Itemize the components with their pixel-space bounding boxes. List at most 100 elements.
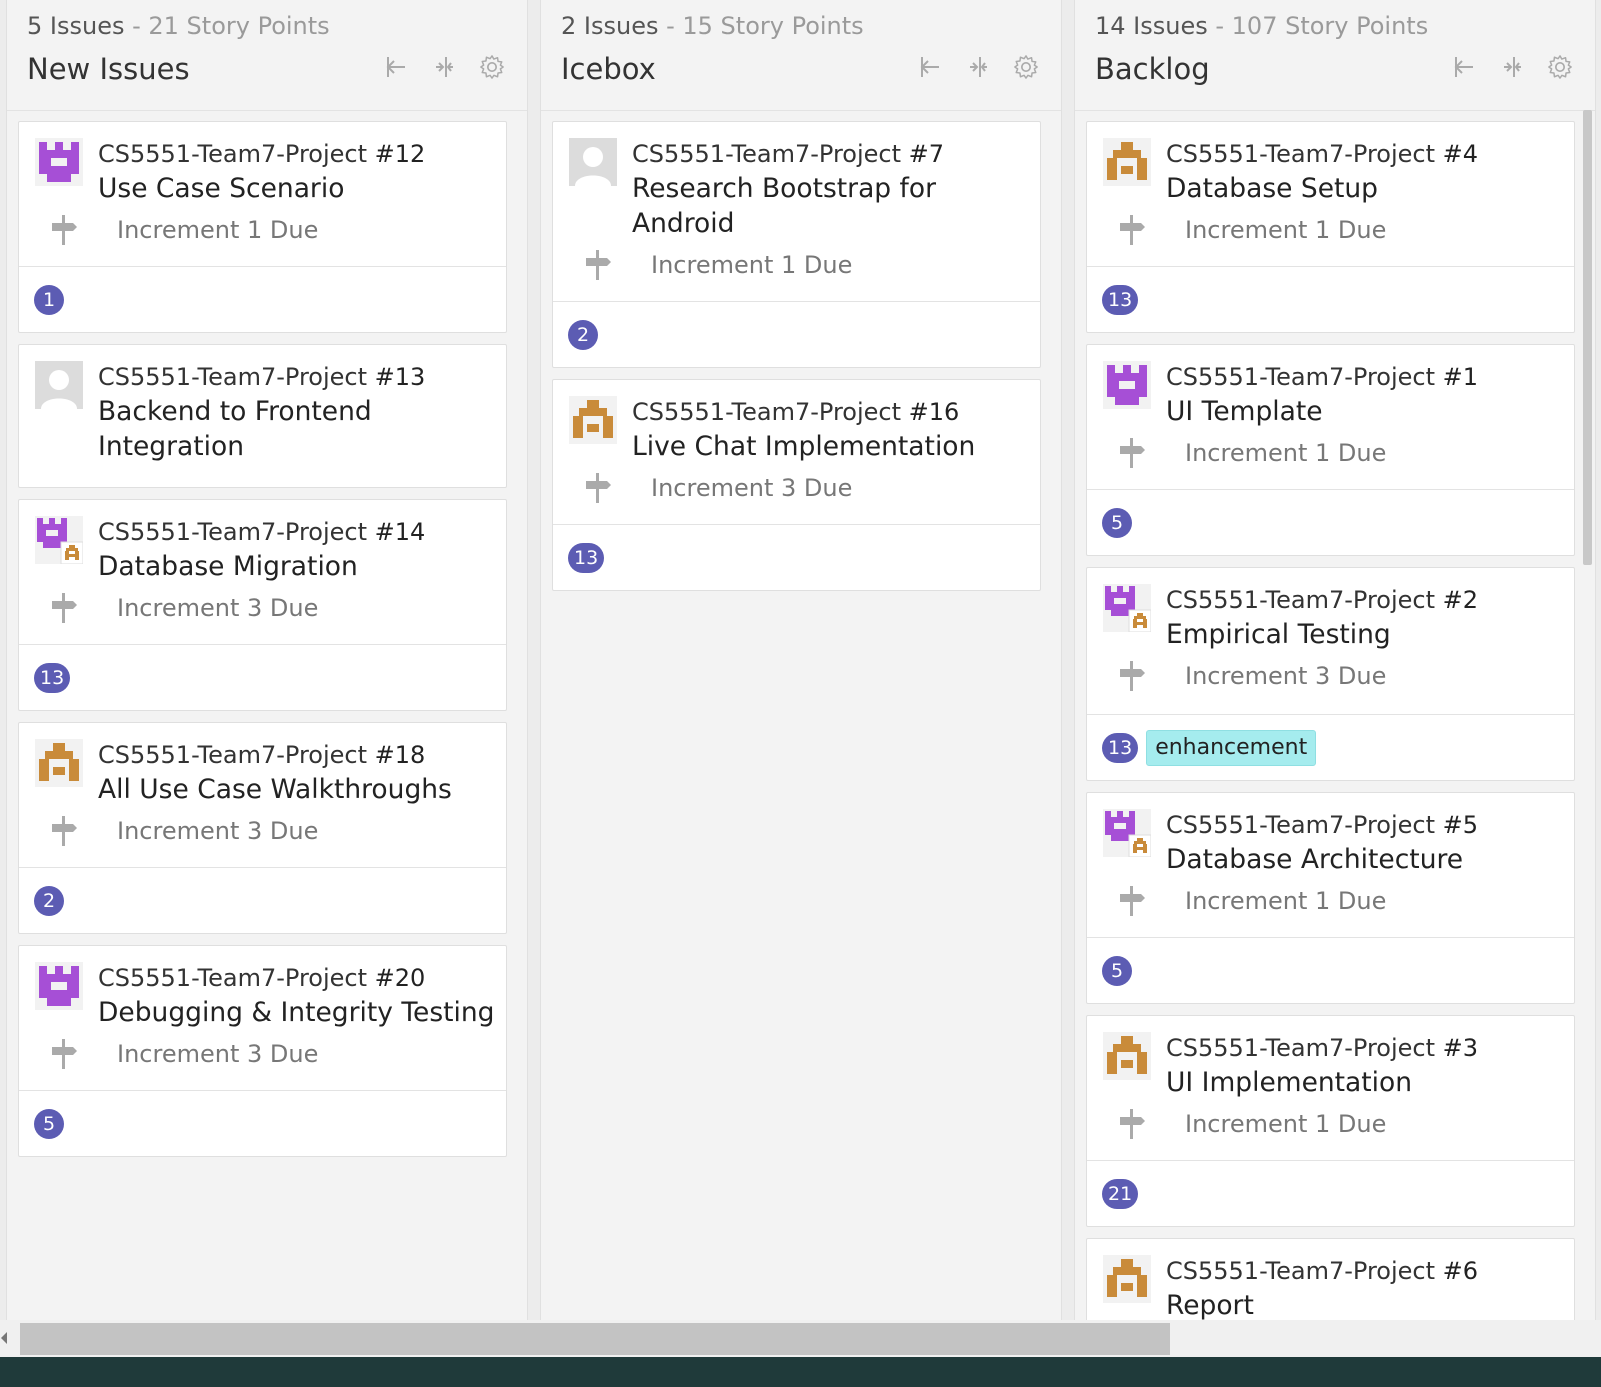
card-footer: 13: [553, 524, 1040, 590]
issue-reference[interactable]: CS5551-Team7-Project #2: [1166, 586, 1478, 614]
milestone: Increment 1 Due: [1115, 213, 1386, 247]
issue-reference[interactable]: CS5551-Team7-Project #20: [98, 964, 425, 992]
issue-number: #4: [1442, 140, 1479, 168]
vertical-scrollbar[interactable]: [1583, 110, 1592, 565]
issue-reference[interactable]: CS5551-Team7-Project #7: [632, 140, 944, 168]
milestone-signpost-icon: [1115, 884, 1149, 918]
issue-number: #20: [374, 964, 426, 992]
story-points: 107 Story Points: [1231, 12, 1429, 40]
issue-title[interactable]: Database Setup: [1166, 171, 1566, 206]
card-footer: 1: [19, 266, 506, 332]
pipeline-counts: 14 Issues - 107 Story Points: [1095, 12, 1429, 40]
repo-name: CS5551-Team7-Project: [1166, 140, 1436, 168]
issue-reference[interactable]: CS5551-Team7-Project #14: [98, 518, 425, 546]
collapse-left-icon[interactable]: [1451, 52, 1477, 82]
repo-name: CS5551-Team7-Project: [98, 964, 368, 992]
avatar: [1103, 1255, 1151, 1303]
avatar: [569, 396, 617, 444]
pipeline-title: New Issues: [27, 52, 190, 86]
pipeline-header: 2 Issues - 15 Story Points Icebox: [541, 0, 1061, 111]
pipeline-new-issues: 5 Issues - 21 Story Points New Issues CS…: [6, 0, 528, 1347]
story-points: 15 Story Points: [682, 12, 864, 40]
issue-count: 2 Issues: [561, 12, 659, 40]
issue-number: #14: [374, 518, 426, 546]
issue-card[interactable]: CS5551-Team7-Project #1 UI Template Incr…: [1086, 344, 1575, 556]
minimize-icon[interactable]: [965, 52, 991, 82]
issue-title[interactable]: Database Architecture: [1166, 842, 1566, 877]
pipeline-counts: 2 Issues - 15 Story Points: [561, 12, 864, 40]
issue-card[interactable]: CS5551-Team7-Project #12 Use Case Scenar…: [18, 121, 507, 333]
issue-title[interactable]: UI Template: [1166, 394, 1566, 429]
issue-reference[interactable]: CS5551-Team7-Project #12: [98, 140, 425, 168]
issue-card[interactable]: CS5551-Team7-Project #2 Empirical Testin…: [1086, 567, 1575, 781]
scroll-left-arrow-icon[interactable]: [0, 1330, 8, 1344]
issue-reference[interactable]: CS5551-Team7-Project #4: [1166, 140, 1478, 168]
milestone: Increment 3 Due: [1115, 659, 1386, 693]
issue-title[interactable]: Database Migration: [98, 549, 498, 584]
repo-name: CS5551-Team7-Project: [1166, 1257, 1436, 1285]
horizontal-scrollbar-thumb[interactable]: [20, 1323, 1170, 1355]
repo-name: CS5551-Team7-Project: [98, 518, 368, 546]
milestone-label: Increment 3 Due: [651, 474, 853, 502]
minimize-icon[interactable]: [431, 52, 457, 82]
issue-card[interactable]: CS5551-Team7-Project #3 UI Implementatio…: [1086, 1015, 1575, 1227]
issue-card[interactable]: CS5551-Team7-Project #13 Backend to Fron…: [18, 344, 507, 488]
issue-reference[interactable]: CS5551-Team7-Project #18: [98, 741, 425, 769]
milestone-signpost-icon: [47, 1037, 81, 1071]
issue-card[interactable]: CS5551-Team7-Project #18 All Use Case Wa…: [18, 722, 507, 934]
label-enhancement[interactable]: enhancement: [1146, 729, 1317, 766]
gear-icon[interactable]: [479, 52, 505, 82]
repo-name: CS5551-Team7-Project: [98, 140, 368, 168]
gear-icon[interactable]: [1547, 52, 1573, 82]
milestone-label: Increment 1 Due: [651, 251, 853, 279]
issue-reference[interactable]: CS5551-Team7-Project #16: [632, 398, 959, 426]
issue-reference[interactable]: CS5551-Team7-Project #3: [1166, 1034, 1478, 1062]
issue-title[interactable]: Backend to Frontend Integration: [98, 394, 428, 464]
milestone: Increment 3 Due: [47, 1037, 318, 1071]
issue-card[interactable]: CS5551-Team7-Project #4 Database Setup I…: [1086, 121, 1575, 333]
issue-title[interactable]: Empirical Testing: [1166, 617, 1566, 652]
issue-title[interactable]: Report: [1166, 1288, 1566, 1323]
gear-icon[interactable]: [1013, 52, 1039, 82]
issue-reference[interactable]: CS5551-Team7-Project #13: [98, 363, 425, 391]
card-footer: 5: [19, 1090, 506, 1156]
issue-reference[interactable]: CS5551-Team7-Project #5: [1166, 811, 1478, 839]
issue-card[interactable]: CS5551-Team7-Project #5 Database Archite…: [1086, 792, 1575, 1004]
issue-title[interactable]: Use Case Scenario: [98, 171, 498, 206]
pipeline-header: 14 Issues - 107 Story Points Backlog: [1075, 0, 1595, 111]
card-footer: 13: [19, 644, 506, 710]
milestone-label: Increment 1 Due: [117, 216, 319, 244]
milestone-signpost-icon: [581, 248, 615, 282]
issue-title[interactable]: Debugging & Integrity Testing: [98, 995, 498, 1030]
minimize-icon[interactable]: [1499, 52, 1525, 82]
issue-number: #2: [1442, 586, 1479, 614]
repo-name: CS5551-Team7-Project: [1166, 363, 1436, 391]
card-footer: 13: [1087, 266, 1574, 332]
issue-title[interactable]: Live Chat Implementation: [632, 429, 1032, 464]
issue-title[interactable]: UI Implementation: [1166, 1065, 1566, 1100]
issue-card[interactable]: CS5551-Team7-Project #16 Live Chat Imple…: [552, 379, 1041, 591]
board: 5 Issues - 21 Story Points New Issues CS…: [0, 0, 1601, 1347]
repo-name: CS5551-Team7-Project: [632, 140, 902, 168]
milestone-signpost-icon: [1115, 1107, 1149, 1141]
collapse-left-icon[interactable]: [383, 52, 409, 82]
avatar: [1103, 1032, 1151, 1080]
repo-name: CS5551-Team7-Project: [1166, 811, 1436, 839]
milestone-label: Increment 3 Due: [117, 1040, 319, 1068]
issue-number: #18: [374, 741, 426, 769]
milestone-label: Increment 1 Due: [1185, 1110, 1387, 1138]
milestone-signpost-icon: [581, 471, 615, 505]
issue-number: #16: [908, 398, 960, 426]
issue-reference[interactable]: CS5551-Team7-Project #1: [1166, 363, 1478, 391]
milestone: Increment 1 Due: [1115, 884, 1386, 918]
issue-reference[interactable]: CS5551-Team7-Project #6: [1166, 1257, 1478, 1285]
issue-card[interactable]: CS5551-Team7-Project #20 Debugging & Int…: [18, 945, 507, 1157]
collapse-left-icon[interactable]: [917, 52, 943, 82]
issue-title[interactable]: Research Bootstrap for Android: [632, 171, 962, 241]
issue-card[interactable]: CS5551-Team7-Project #7 Research Bootstr…: [552, 121, 1041, 368]
issue-title[interactable]: All Use Case Walkthroughs: [98, 772, 498, 807]
issue-card[interactable]: CS5551-Team7-Project #14 Database Migrat…: [18, 499, 507, 711]
estimate-badge: 13: [568, 542, 605, 573]
pipeline-counts: 5 Issues - 21 Story Points: [27, 12, 330, 40]
avatar: [35, 962, 83, 1010]
